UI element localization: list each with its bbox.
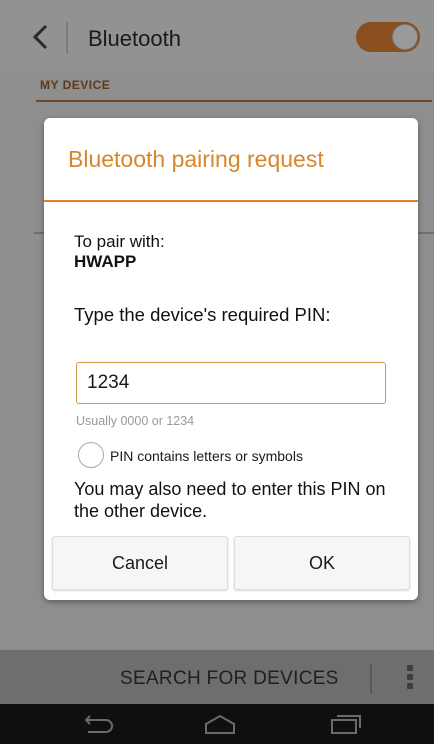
- device-name: HWAPP: [74, 252, 137, 271]
- pair-with-label: To pair with:: [74, 232, 165, 251]
- system-nav-bar: [0, 704, 434, 744]
- section-divider: [36, 100, 432, 102]
- toggle-knob: [392, 24, 418, 50]
- screen: Bluetooth MY DEVICE SEARCH FOR DEVICES B…: [0, 0, 434, 744]
- pairing-dialog: Bluetooth pairing request To pair with: …: [44, 118, 418, 600]
- dialog-title-divider: [44, 200, 418, 202]
- alphanumeric-pin-checkbox[interactable]: [78, 442, 104, 468]
- pin-hint: Usually 0000 or 1234: [76, 414, 195, 428]
- cancel-button[interactable]: Cancel: [52, 536, 228, 590]
- dialog-button-row: Cancel OK: [52, 536, 410, 590]
- search-for-devices-button[interactable]: SEARCH FOR DEVICES: [120, 668, 339, 690]
- bottom-bar-divider: [370, 664, 372, 694]
- chevron-left-icon[interactable]: [28, 22, 54, 52]
- recent-apps-icon[interactable]: [326, 712, 366, 736]
- bluetooth-toggle[interactable]: [356, 22, 420, 52]
- pin-prompt: Type the device's required PIN:: [74, 304, 331, 325]
- title-divider: [66, 22, 68, 54]
- page-title: Bluetooth: [88, 26, 181, 51]
- section-header-my-device: MY DEVICE: [40, 78, 111, 92]
- home-icon[interactable]: [200, 712, 240, 736]
- alphanumeric-pin-label[interactable]: PIN contains letters or symbols: [110, 448, 303, 464]
- ok-button[interactable]: OK: [234, 536, 410, 590]
- overflow-menu-icon[interactable]: [404, 662, 416, 696]
- back-icon[interactable]: [78, 712, 118, 736]
- pin-notice: You may also need to enter this PIN on t…: [74, 479, 386, 521]
- title-bar: Bluetooth: [0, 0, 434, 72]
- pin-input[interactable]: [76, 362, 386, 404]
- dialog-title: Bluetooth pairing request: [68, 146, 324, 172]
